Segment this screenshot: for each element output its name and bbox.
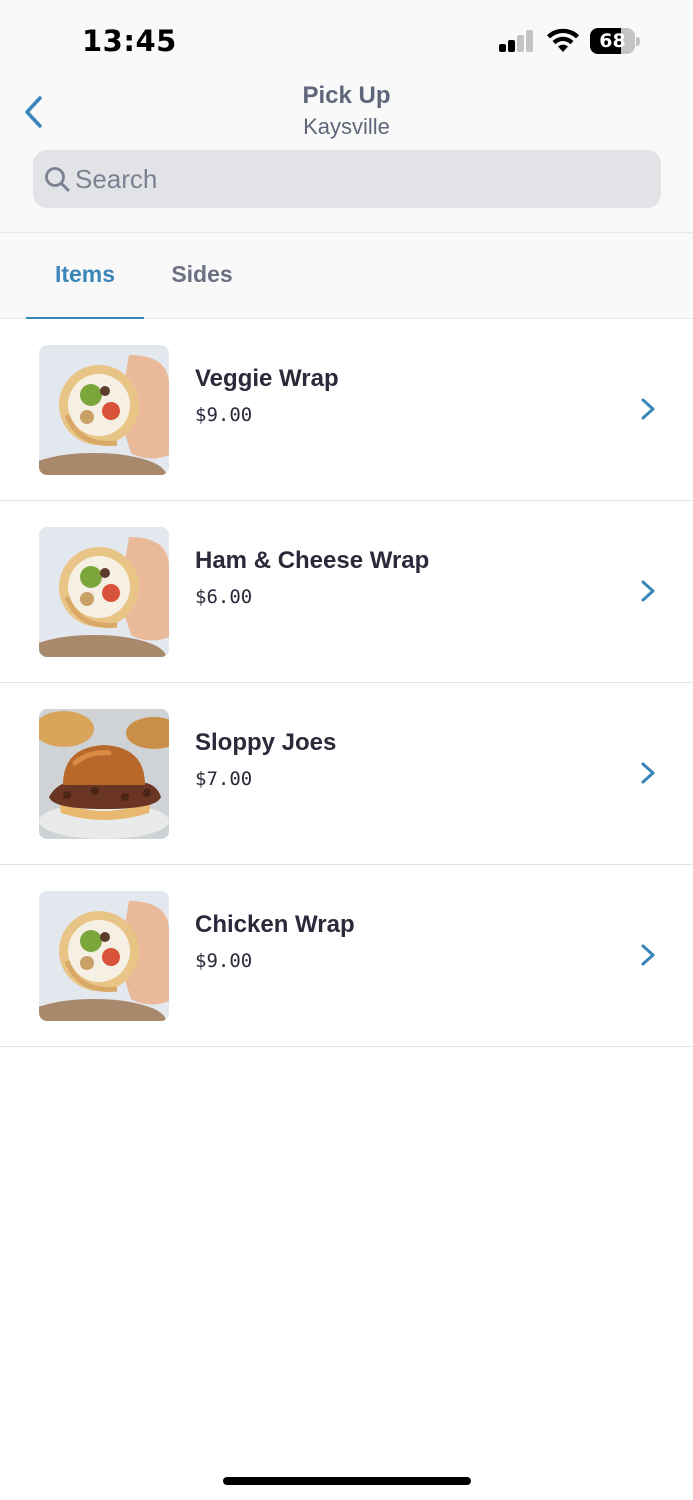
- page-title: Pick Up: [302, 82, 391, 109]
- menu-item-chicken-wrap[interactable]: Chicken Wrap $9.00: [0, 865, 693, 1047]
- item-price: $6.00: [195, 586, 253, 608]
- wrap-photo: [39, 891, 169, 1021]
- chevron-right-icon: [641, 762, 655, 784]
- wifi-icon: [547, 28, 579, 52]
- tab-sides[interactable]: Sides: [150, 233, 254, 319]
- menu-item-list: Veggie Wrap $9.00 Ham & Cheese Wrap $6.0…: [0, 319, 693, 1047]
- item-price: $7.00: [195, 768, 253, 790]
- item-name: Veggie Wrap: [195, 365, 339, 392]
- search-bar[interactable]: [33, 150, 661, 208]
- search-icon: [43, 165, 71, 193]
- wrap-photo: [39, 345, 169, 475]
- item-price: $9.00: [195, 950, 253, 972]
- chevron-right-icon: [641, 944, 655, 966]
- menu-item-ham-cheese-wrap[interactable]: Ham & Cheese Wrap $6.00: [0, 501, 693, 683]
- category-tabs: Items Sides: [0, 232, 693, 319]
- home-indicator: [223, 1477, 471, 1485]
- chevron-right-icon: [641, 398, 655, 420]
- item-name: Chicken Wrap: [195, 911, 355, 938]
- status-bar: 13:45 68: [0, 0, 693, 80]
- location-subtitle: Kaysville: [303, 114, 390, 139]
- menu-item-sloppy-joes[interactable]: Sloppy Joes $7.00: [0, 683, 693, 865]
- sloppy-joe-photo: [39, 709, 169, 839]
- search-input[interactable]: [75, 163, 635, 195]
- cellular-signal-icon: [499, 30, 535, 52]
- item-price: $9.00: [195, 404, 253, 426]
- wrap-photo: [39, 527, 169, 657]
- tab-items[interactable]: Items: [26, 233, 144, 319]
- status-time: 13:45: [82, 24, 177, 58]
- battery-level: 68: [599, 30, 626, 52]
- menu-item-veggie-wrap[interactable]: Veggie Wrap $9.00: [0, 319, 693, 501]
- navigation-bar: Pick Up Kaysville: [0, 80, 693, 146]
- item-name: Ham & Cheese Wrap: [195, 547, 430, 574]
- chevron-right-icon: [641, 580, 655, 602]
- item-name: Sloppy Joes: [195, 729, 337, 756]
- battery-icon: 68: [590, 28, 642, 54]
